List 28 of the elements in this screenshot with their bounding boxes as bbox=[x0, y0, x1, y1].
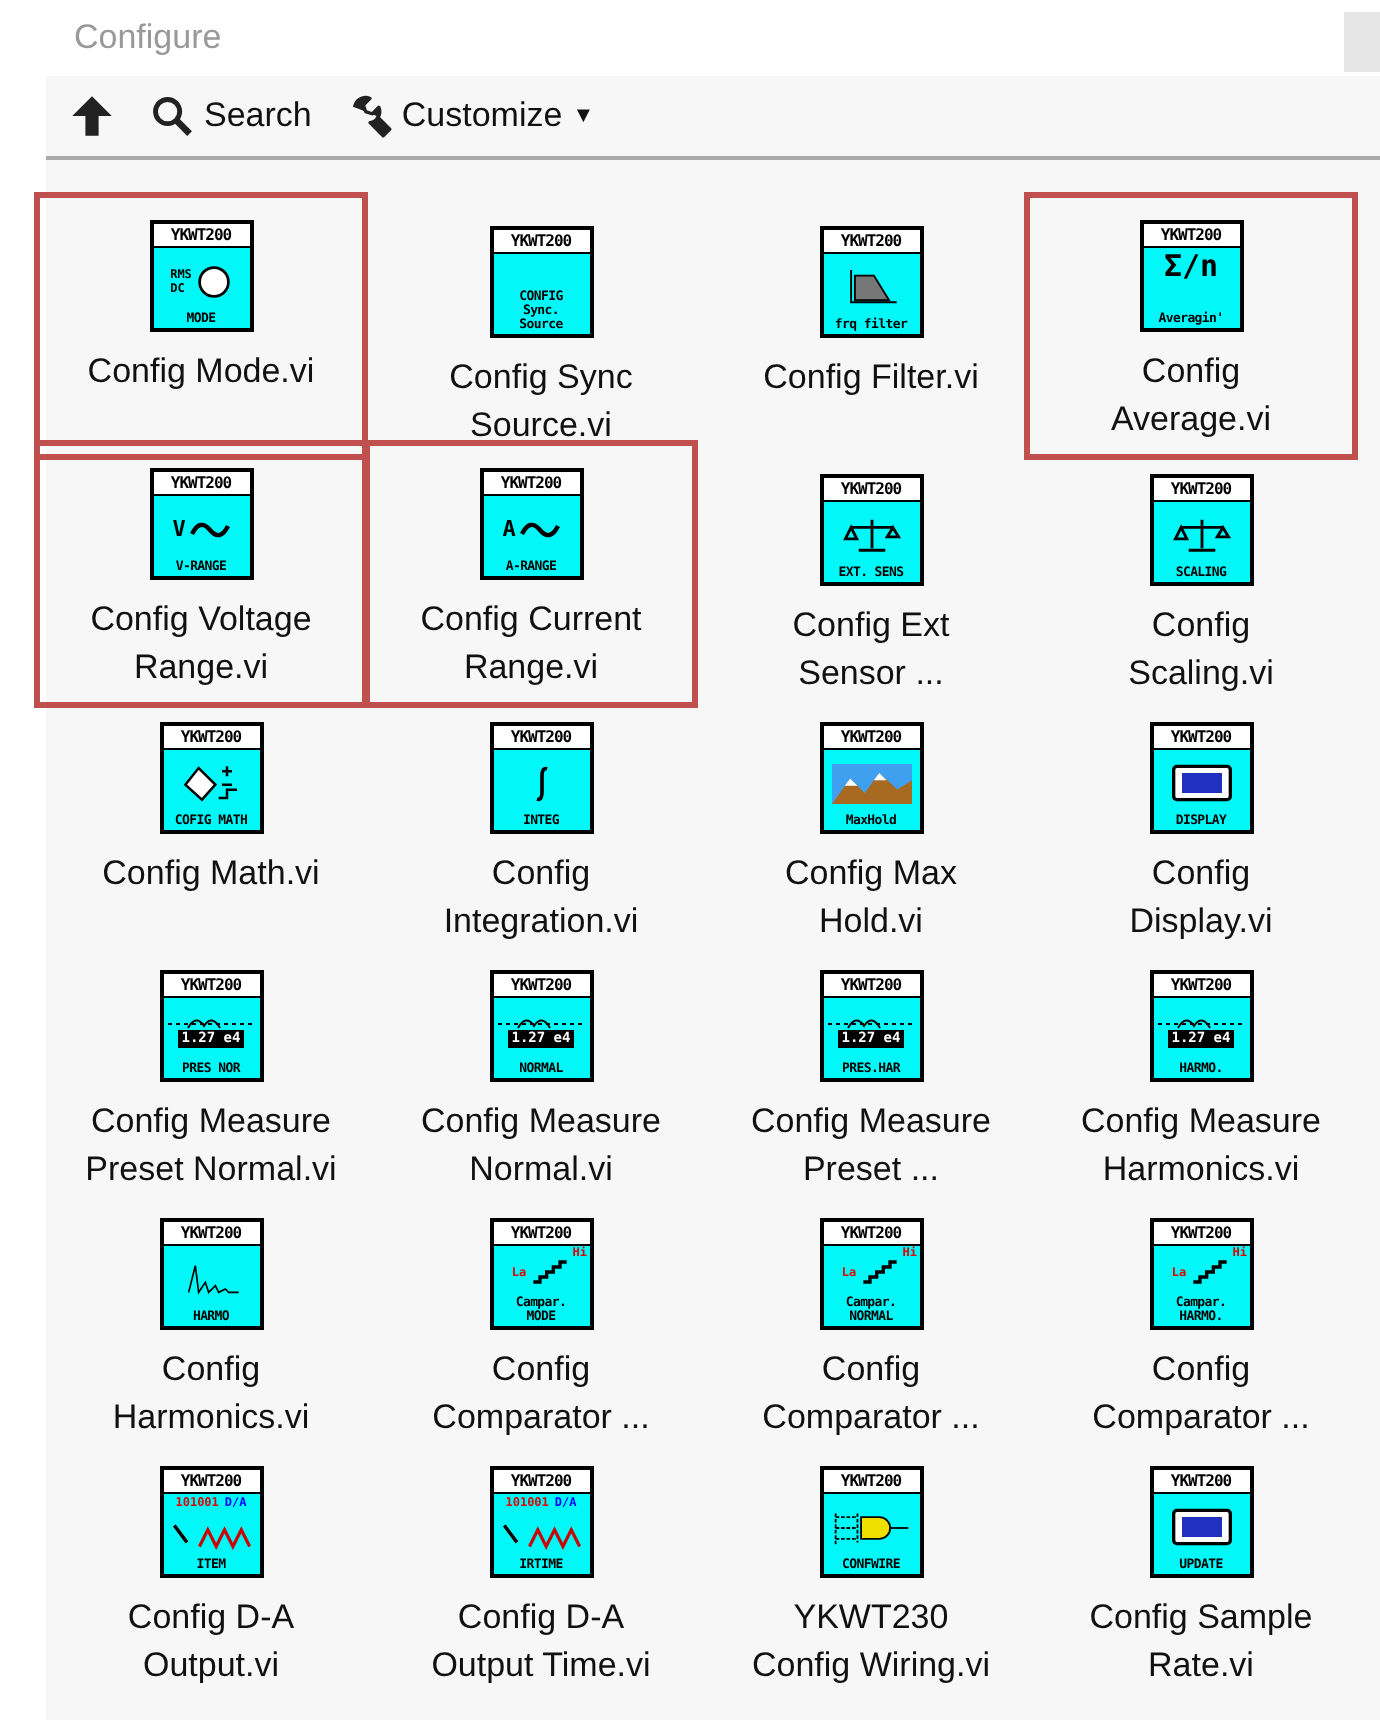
vi-label: Config Measure Normal.vi bbox=[420, 1100, 661, 1192]
vi-label: Config Mode.vi bbox=[87, 350, 315, 394]
up-arrow-icon[interactable] bbox=[70, 94, 114, 138]
vi-label: Config Comparator ... bbox=[762, 1348, 980, 1440]
vi-label: Config Display.vi bbox=[1129, 852, 1273, 944]
vi-label: Config Sample Rate.vi bbox=[1089, 1596, 1313, 1688]
vi-label: Config Average.vi bbox=[1110, 350, 1271, 442]
search-icon bbox=[150, 94, 194, 138]
vi-label: Config Max Hold.vi bbox=[785, 852, 957, 944]
vi-label: Config Ext Sensor ... bbox=[792, 604, 950, 696]
search-button[interactable]: Search bbox=[150, 94, 312, 138]
vi-label: Config Voltage Range.vi bbox=[90, 598, 312, 690]
vi-label: Config Measure Preset ... bbox=[750, 1100, 991, 1192]
vi-label: Config Integration.vi bbox=[443, 852, 639, 944]
window-title: Configure bbox=[74, 18, 222, 58]
vi-label: Config Math.vi bbox=[102, 852, 320, 896]
vi-label: Config Comparator ... bbox=[432, 1348, 650, 1440]
vi-label: YKWT230 Config Wiring.vi bbox=[751, 1596, 991, 1688]
vi-label: Config Harmonics.vi bbox=[112, 1348, 310, 1440]
customize-button[interactable]: Customize ▼ bbox=[347, 94, 595, 138]
vi-label: Config D-A Output Time.vi bbox=[431, 1596, 651, 1688]
vi-label: Config Current Range.vi bbox=[420, 598, 642, 690]
vi-label: Config Measure Preset Normal.vi bbox=[85, 1100, 337, 1192]
vi-label: Config Filter.vi bbox=[763, 356, 979, 400]
vi-label: Config Measure Harmonics.vi bbox=[1080, 1100, 1321, 1192]
vi-label: Config D-A Output.vi bbox=[127, 1596, 295, 1688]
vi-label: Config Scaling.vi bbox=[1128, 604, 1274, 696]
vi-label: Config Comparator ... bbox=[1092, 1348, 1310, 1440]
